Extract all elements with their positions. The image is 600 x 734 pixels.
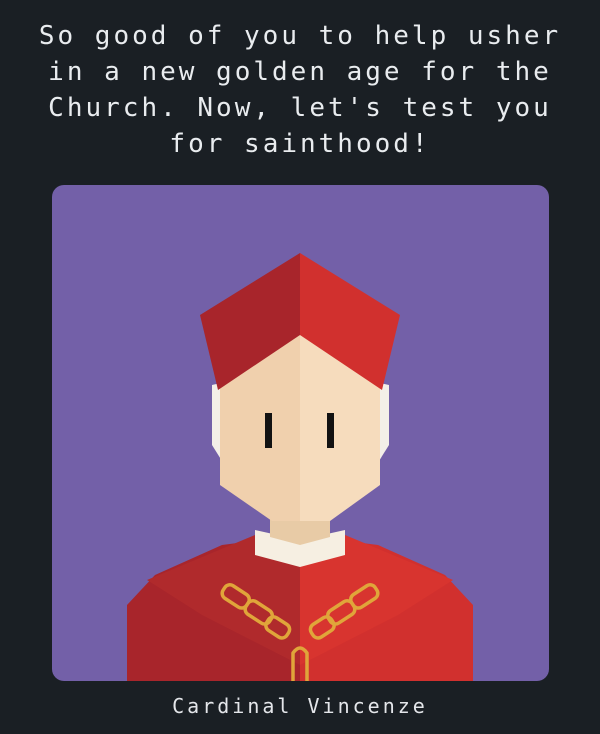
dialogue-text: So good of you to help usher in a new go…	[38, 21, 562, 159]
right-eye	[327, 413, 334, 448]
left-eye	[265, 413, 272, 448]
character-portrait	[52, 185, 549, 681]
character-name: Cardinal Vincenze	[172, 694, 428, 718]
cardinal-portrait-icon	[127, 253, 473, 681]
